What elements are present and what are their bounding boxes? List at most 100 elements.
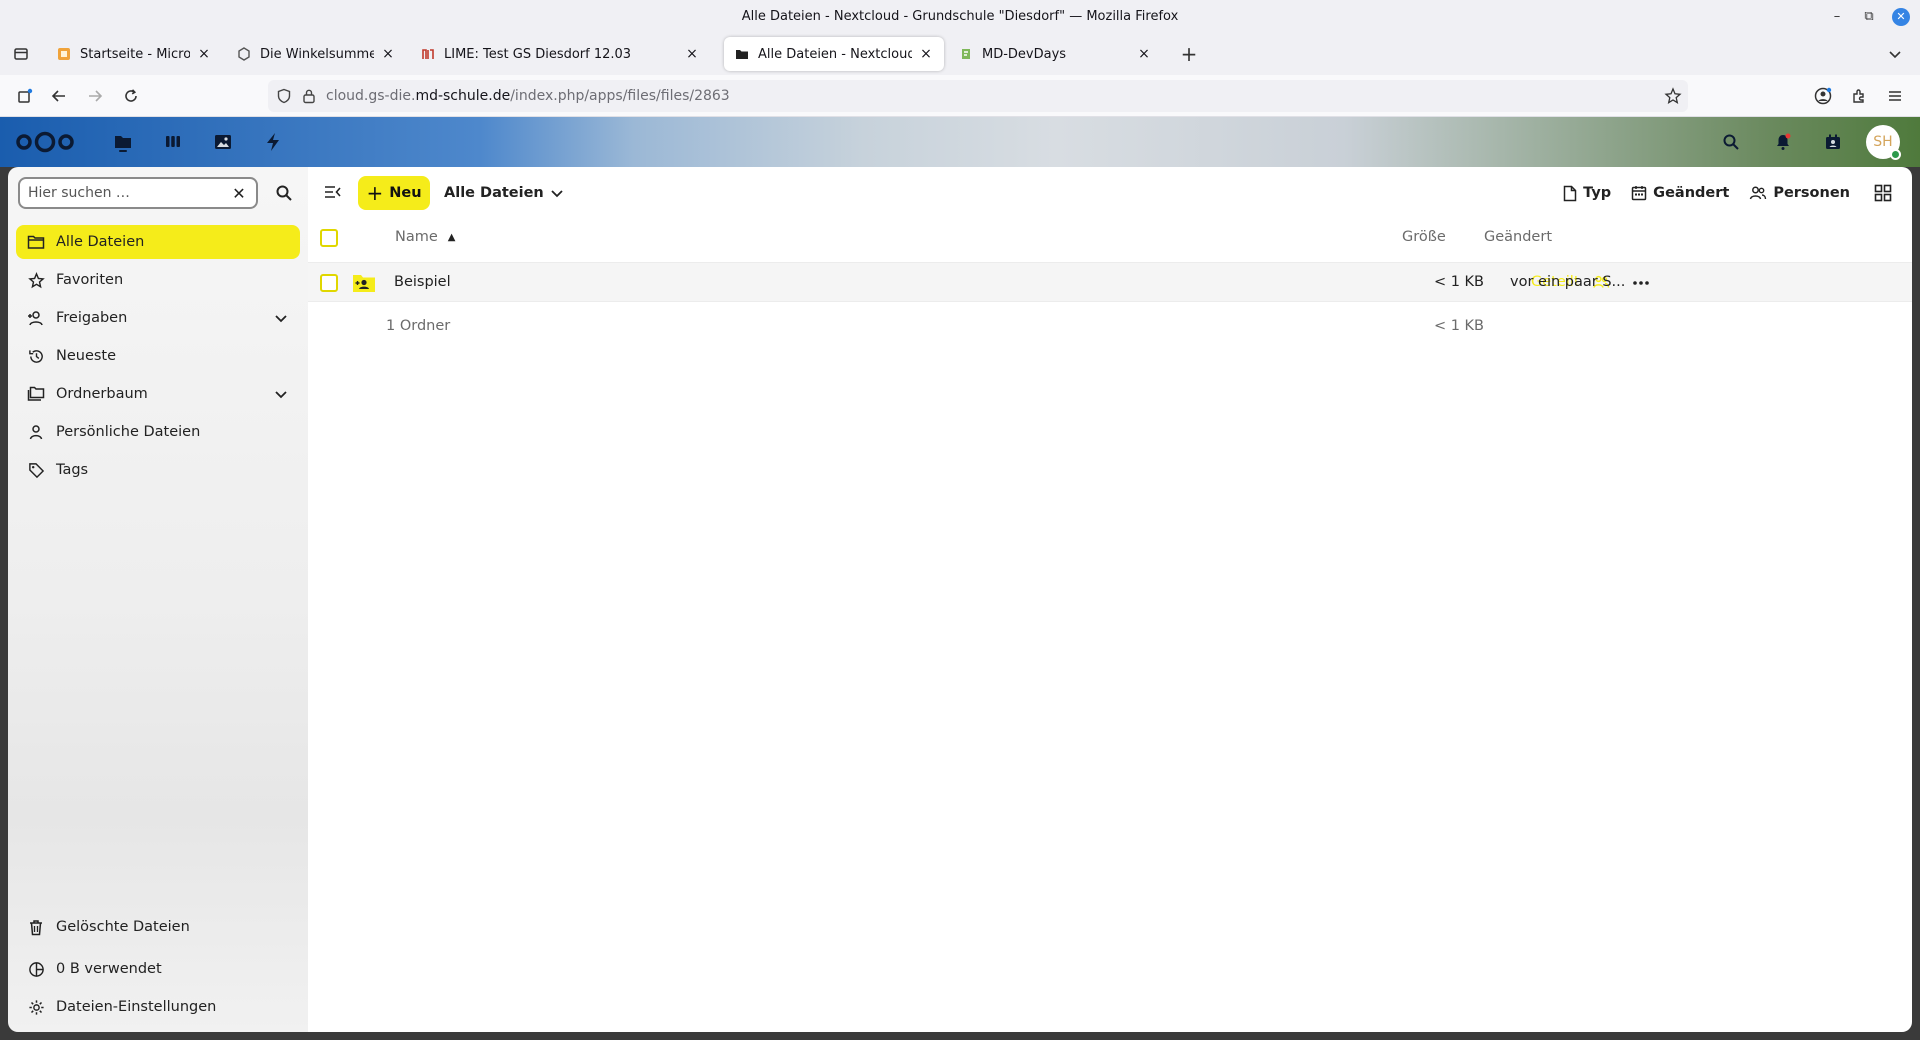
- new-button[interactable]: + Neu: [358, 176, 430, 210]
- files-list-view: + Neu Alle Dateien Typ Geändert Personen: [308, 167, 1912, 1032]
- url-bar[interactable]: cloud.gs-die.md-schule.de/index.php/apps…: [268, 80, 1688, 112]
- nav-item-neueste[interactable]: Neueste: [16, 339, 300, 373]
- row-checkbox[interactable]: [320, 274, 338, 292]
- more-actions-icon[interactable]: [1630, 272, 1652, 294]
- filter-label: Typ: [1583, 185, 1612, 201]
- notifications-bell-icon[interactable]: [1770, 129, 1796, 155]
- clear-search-icon[interactable]: ✕: [230, 184, 248, 203]
- bookmark-star-icon[interactable]: [1664, 87, 1682, 105]
- folder-icon: [26, 232, 46, 252]
- lock-icon[interactable]: [302, 88, 316, 104]
- table-row[interactable]: Beispiel Geteilt < 1 KB vor ein paar S..…: [308, 262, 1912, 302]
- close-window-button[interactable]: ✕: [1892, 7, 1910, 26]
- tab-md-devdays[interactable]: MD-DevDays ×: [948, 37, 1162, 71]
- filter-type-button[interactable]: Typ: [1563, 185, 1611, 202]
- nextcloud-logo-icon[interactable]: [14, 130, 76, 154]
- quota-label: 0 B verwendet: [56, 961, 162, 977]
- maximize-button[interactable]: ⧉: [1860, 8, 1878, 26]
- files-navigation: ✕ Alle Dateien Favoriten Freigaben Neues…: [8, 167, 308, 1032]
- forward-icon[interactable]: [82, 83, 108, 109]
- nav-item-alle-dateien[interactable]: Alle Dateien: [16, 225, 300, 259]
- chevron-down-icon: [550, 186, 564, 200]
- tab-close-icon[interactable]: ×: [684, 46, 700, 62]
- column-name-label: Name: [395, 229, 438, 245]
- tab-microblocks[interactable]: Startseite - Microblocks ×: [46, 37, 222, 71]
- filter-people-button[interactable]: Personen: [1749, 185, 1850, 201]
- file-name[interactable]: Beispiel: [394, 274, 451, 290]
- reload-icon[interactable]: [118, 83, 144, 109]
- tab-lime[interactable]: LIME: Test GS Diesdorf 12.03 ×: [410, 37, 710, 71]
- deck-app-icon[interactable]: [160, 129, 186, 155]
- puzzle-icon: [236, 46, 252, 62]
- plus-icon: +: [366, 181, 384, 205]
- breadcrumb[interactable]: Alle Dateien: [444, 176, 564, 210]
- filter-modified-button[interactable]: Geändert: [1631, 185, 1729, 201]
- nav-label: Dateien-Einstellungen: [56, 999, 217, 1015]
- nav-item-freigaben[interactable]: Freigaben: [16, 301, 300, 335]
- tab-label: Startseite - Microblocks: [80, 46, 190, 62]
- tab-close-icon[interactable]: ×: [918, 46, 934, 62]
- sort-by-size-button[interactable]: Größe: [1402, 229, 1446, 245]
- minimize-button[interactable]: –: [1828, 8, 1846, 26]
- search-input[interactable]: [28, 185, 230, 201]
- avatar-initials: SH: [1873, 134, 1893, 150]
- history-icon: [26, 346, 46, 366]
- nav-item-persoenliche-dateien[interactable]: Persönliche Dateien: [16, 415, 300, 449]
- sort-by-name-button[interactable]: Name ▲: [395, 229, 455, 245]
- tab-label: Die Winkelsumme im Dreieck: [260, 46, 374, 62]
- search-field[interactable]: ✕: [18, 177, 258, 209]
- nav-item-geloeschte-dateien[interactable]: Gelöschte Dateien: [16, 910, 300, 944]
- nav-item-ordnerbaum[interactable]: Ordnerbaum: [16, 377, 300, 411]
- people-icon: [1750, 186, 1767, 200]
- chevron-down-icon[interactable]: [272, 385, 290, 403]
- extensions-icon[interactable]: [1846, 83, 1872, 109]
- tab-winkelsumme[interactable]: Die Winkelsumme im Dreieck ×: [226, 37, 406, 71]
- online-status-icon: [1890, 149, 1901, 160]
- photos-app-icon[interactable]: [210, 129, 236, 155]
- select-all-checkbox[interactable]: [320, 229, 338, 247]
- window-title: Alle Dateien - Nextcloud - Grundschule "…: [741, 9, 1179, 24]
- share-icon: [26, 308, 46, 328]
- toggle-navigation-icon[interactable]: [322, 181, 344, 203]
- navigation-bar: cloud.gs-die.md-schule.de/index.php/apps…: [0, 75, 1920, 117]
- calendar-icon: [1631, 186, 1647, 201]
- nav-label: Ordnerbaum: [56, 386, 148, 402]
- chevron-down-icon[interactable]: [272, 309, 290, 327]
- nav-item-dateien-einstellungen[interactable]: Dateien-Einstellungen: [16, 990, 300, 1024]
- activity-app-icon[interactable]: [260, 129, 286, 155]
- back-icon[interactable]: [46, 83, 72, 109]
- devdays-icon: [958, 46, 974, 62]
- nav-label: Freigaben: [56, 310, 128, 326]
- nav-item-favoriten[interactable]: Favoriten: [16, 263, 300, 297]
- tab-close-icon[interactable]: ×: [380, 46, 396, 62]
- unified-search-icon[interactable]: [1718, 129, 1744, 155]
- sidebar-toggle-icon[interactable]: [12, 83, 38, 109]
- navigation-list: Alle Dateien Favoriten Freigaben Neueste…: [16, 225, 300, 491]
- tab-overflow-chevron-icon[interactable]: [1882, 41, 1908, 67]
- gear-icon: [26, 997, 46, 1017]
- contacts-menu-icon[interactable]: [1820, 129, 1846, 155]
- user-avatar[interactable]: SH: [1866, 125, 1901, 160]
- nav-label: Tags: [56, 462, 89, 478]
- files-app-icon[interactable]: [110, 129, 136, 155]
- url-text[interactable]: cloud.gs-die.md-schule.de/index.php/apps…: [326, 88, 730, 104]
- tab-close-icon[interactable]: ×: [196, 46, 212, 62]
- tab-list-icon[interactable]: [8, 41, 34, 67]
- nav-label: Favoriten: [56, 272, 124, 288]
- folder-tree-icon: [26, 384, 46, 404]
- search-icon[interactable]: [270, 179, 298, 207]
- tab-close-icon[interactable]: ×: [1136, 46, 1152, 62]
- tracking-shield-icon[interactable]: [276, 88, 292, 104]
- sort-by-modified-button[interactable]: Geändert: [1484, 229, 1552, 245]
- menu-icon[interactable]: [1882, 83, 1908, 109]
- nav-item-tags[interactable]: Tags: [16, 453, 300, 487]
- new-button-label: Neu: [389, 185, 422, 201]
- trash-icon: [26, 917, 46, 937]
- nav-label: Neueste: [56, 348, 117, 364]
- grid-view-toggle[interactable]: [1874, 184, 1898, 202]
- tab-nextcloud[interactable]: Alle Dateien - Nextcloud - Grundschule ×: [724, 37, 944, 71]
- nextcloud-header: SH: [0, 117, 1920, 167]
- new-tab-button[interactable]: +: [1176, 41, 1202, 67]
- tag-icon: [26, 460, 46, 480]
- account-icon[interactable]: [1810, 83, 1836, 109]
